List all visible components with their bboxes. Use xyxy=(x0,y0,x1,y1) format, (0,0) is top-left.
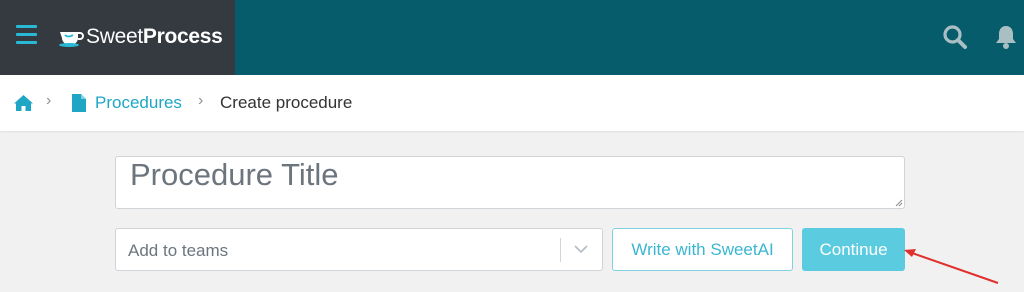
breadcrumb-separator: › xyxy=(198,92,204,109)
brand-panel: SweetProcess xyxy=(0,0,235,75)
add-to-teams-select[interactable]: Add to teams xyxy=(115,228,603,271)
procedure-title-input[interactable] xyxy=(115,156,905,209)
resize-grip-icon[interactable] xyxy=(895,199,903,207)
annotation-arrow-icon xyxy=(904,249,999,284)
sweetprocess-logo[interactable]: SweetProcess xyxy=(58,22,223,52)
select-divider xyxy=(560,238,561,262)
write-with-sweetai-button[interactable]: Write with SweetAI xyxy=(612,228,793,271)
top-navbar: SweetProcess xyxy=(0,0,1024,75)
continue-button[interactable]: Continue xyxy=(802,228,905,271)
chevron-down-icon[interactable] xyxy=(574,244,588,254)
search-icon[interactable] xyxy=(942,24,968,50)
brand-name: SweetProcess xyxy=(86,25,223,48)
teacup-logo-icon xyxy=(59,32,84,47)
breadcrumb-procedures-link[interactable]: Procedures xyxy=(95,93,182,113)
bell-icon[interactable] xyxy=(994,24,1018,50)
teams-select-placeholder: Add to teams xyxy=(128,241,229,260)
breadcrumb-current-page: Create procedure xyxy=(220,93,353,112)
home-icon[interactable] xyxy=(13,94,34,112)
breadcrumb: › Procedures › Create procedure xyxy=(0,75,1024,131)
hamburger-menu-icon[interactable] xyxy=(16,25,37,45)
document-icon xyxy=(72,94,86,112)
breadcrumb-separator: › xyxy=(46,92,52,109)
